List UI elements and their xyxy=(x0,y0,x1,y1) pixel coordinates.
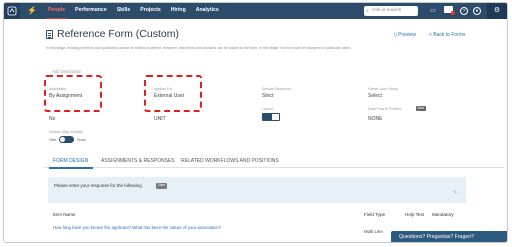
add-description-input[interactable]: Add Description xyxy=(52,69,82,74)
table-row-item[interactable]: How long have you known the applicant? W… xyxy=(53,225,221,230)
search-input[interactable]: ⌕ Ask or search xyxy=(364,6,418,16)
show-label: Show xyxy=(77,138,86,142)
profile-icon[interactable]: ● xyxy=(473,7,481,15)
tab-form-design[interactable]: FORM DESIGN xyxy=(53,158,88,164)
search-placeholder: Ask or search xyxy=(372,8,402,13)
section-visibility-toggle[interactable] xyxy=(59,136,74,143)
instruction-text: Please enter your response for the follo… xyxy=(54,183,142,188)
layout-list-icon[interactable] xyxy=(262,113,271,121)
row2-col2-value: UNIT xyxy=(154,116,166,122)
section-sequence-select[interactable]: Strict xyxy=(262,93,273,99)
owner-user-group-label: Owner User Group xyxy=(368,87,399,91)
beta-badge: Beta xyxy=(416,106,426,111)
hide-label: Hide xyxy=(49,138,57,142)
main-menu: People Performance Skills Projects Hirin… xyxy=(45,8,229,20)
folder-icon[interactable]: ▭ xyxy=(429,7,437,15)
row2-col1-value: No xyxy=(49,116,56,122)
highlight-applies-for xyxy=(144,75,202,112)
nav-skills[interactable]: Skills xyxy=(117,8,131,13)
data-flow-select[interactable]: NONE xyxy=(368,116,382,122)
nav-projects[interactable]: Projects xyxy=(140,8,160,13)
back-to-forms-link[interactable]: < Back to Forms xyxy=(429,32,466,38)
app-window: ⚡ People Performance Skills Projects Hir… xyxy=(3,2,508,243)
section-visibility-label: Section Map Visibility xyxy=(49,130,83,134)
gear-icon[interactable]: ⚙ xyxy=(487,3,507,19)
tab-bar: FORM DESIGN ASSIGNMENTS & RESPONSES RELA… xyxy=(44,155,504,168)
preview-link[interactable]: ▯ Preview xyxy=(394,32,416,38)
bolt-icon[interactable]: ⚡ xyxy=(27,7,37,15)
nav-people[interactable]: People xyxy=(45,8,68,20)
search-icon: ⌕ xyxy=(366,8,369,14)
instruction-box xyxy=(48,177,466,203)
mail-icon[interactable] xyxy=(444,6,455,15)
tab-related-workflows[interactable]: RELATED WORKFLOWS AND POSITIONS xyxy=(181,158,279,164)
page-description: In this stage, existing sections and que… xyxy=(46,46,352,50)
user-chip: User xyxy=(156,183,168,189)
layout-label: Layout xyxy=(262,107,273,111)
column-item-name: Item Name xyxy=(53,212,76,217)
logo-icon[interactable] xyxy=(4,3,20,19)
chat-widget-button[interactable]: Questions? Preguntas? Fragen? xyxy=(391,231,507,242)
section-sequence-label: Section Sequence xyxy=(262,87,292,91)
layout-grid-icon[interactable] xyxy=(271,113,280,121)
nav-performance[interactable]: Performance xyxy=(75,8,107,13)
notification-dot xyxy=(451,11,455,15)
help-icon[interactable]: ? xyxy=(460,7,468,15)
tab-assignments-responses[interactable]: ASSIGNMENTS & RESPONSES xyxy=(101,158,175,164)
highlight-availability xyxy=(44,75,102,112)
data-flow-label: Data Flow to Profiles xyxy=(368,107,402,111)
nav-hiring[interactable]: Hiring xyxy=(171,8,186,13)
page-title: Reference Form (Custom) xyxy=(57,28,179,40)
nav-analytics[interactable]: Analytics xyxy=(196,8,219,13)
layout-toggle[interactable] xyxy=(262,113,280,121)
table-row-type: Multi Line xyxy=(364,229,383,234)
column-help-text: Help Text xyxy=(405,212,425,217)
top-navigation: ⚡ People Performance Skills Projects Hir… xyxy=(4,3,507,20)
owner-user-group-select[interactable]: Select xyxy=(368,93,382,99)
edit-icon[interactable]: ✎ xyxy=(453,190,457,196)
form-icon xyxy=(46,30,53,39)
column-mandatory: Mandatory xyxy=(432,212,454,217)
active-tab-indicator xyxy=(49,167,93,169)
column-field-type: Field Type xyxy=(364,212,386,217)
